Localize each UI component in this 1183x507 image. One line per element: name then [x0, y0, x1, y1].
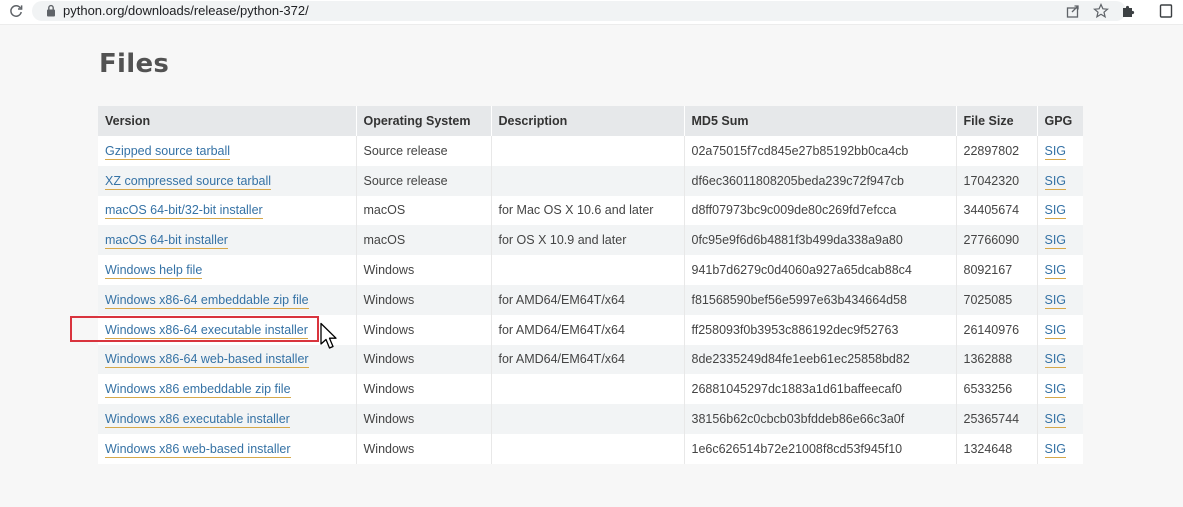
file-size-cell: 26140976 — [956, 314, 1038, 345]
os-cell: Windows — [356, 404, 492, 434]
highlight-box — [70, 316, 319, 342]
sig-link[interactable]: SIG — [1044, 292, 1067, 309]
md5-cell: 0fc95e9f6d6b4881f3b499da338a9a80 — [684, 225, 957, 256]
download-link[interactable]: Windows x86 executable installer — [105, 412, 290, 429]
table-row: Windows x86 executable installer Windows… — [98, 404, 1083, 434]
os-cell: Windows — [356, 284, 492, 315]
sig-link[interactable]: SIG — [1044, 143, 1067, 160]
md5-cell: ff258093f0b3953c886192dec9f52763 — [684, 314, 957, 345]
file-size-cell: 1362888 — [956, 344, 1038, 375]
download-link[interactable]: Windows x86 web-based installer — [105, 441, 291, 458]
description-cell — [491, 165, 685, 196]
md5-cell: d8ff07973bc9c009de80c269fd7efcca — [684, 195, 957, 226]
sig-link[interactable]: SIG — [1044, 263, 1067, 280]
file-size-cell: 22897802 — [956, 136, 1038, 166]
os-cell: Windows — [356, 255, 492, 285]
sig-link[interactable]: SIG — [1044, 322, 1067, 339]
page-title: Files — [99, 49, 170, 79]
download-link[interactable]: macOS 64-bit installer — [105, 233, 228, 250]
description-cell — [491, 374, 685, 405]
column-header-file-size: File Size — [956, 106, 1038, 136]
sig-link[interactable]: SIG — [1044, 441, 1067, 458]
file-size-cell: 7025085 — [956, 284, 1038, 315]
description-cell: for AMD64/EM64T/x64 — [491, 314, 685, 345]
download-link[interactable]: XZ compressed source tarball — [105, 173, 272, 190]
reload-icon[interactable] — [8, 3, 24, 19]
table-row: Windows x86-64 web-based installer Windo… — [98, 344, 1083, 375]
download-link[interactable]: Gzipped source tarball — [105, 143, 231, 160]
column-header-gpg: GPG — [1037, 106, 1083, 136]
sig-link[interactable]: SIG — [1044, 412, 1067, 429]
column-header-version: Version — [98, 106, 357, 136]
md5-cell: 02a75015f7cd845e27b85192bb0ca4cb — [684, 136, 957, 166]
sig-link[interactable]: SIG — [1044, 203, 1067, 220]
table-header-row: Version Operating System Description MD5… — [98, 106, 1083, 136]
window-icon[interactable] — [1158, 3, 1174, 19]
file-size-cell: 1324648 — [956, 433, 1038, 464]
url-text[interactable]: python.org/downloads/release/python-372/ — [63, 3, 309, 18]
download-link[interactable]: Windows x86-64 web-based installer — [105, 352, 309, 369]
description-cell: for AMD64/EM64T/x64 — [491, 344, 685, 375]
md5-cell: 8de2335249d84fe1eeb61ec25858bd82 — [684, 344, 957, 375]
os-cell: Source release — [356, 165, 492, 196]
column-header-description: Description — [491, 106, 685, 136]
download-link[interactable]: Windows x86 embeddable zip file — [105, 382, 291, 399]
md5-cell: 941b7d6279c0d4060a927a65dcab88c4 — [684, 255, 957, 285]
os-cell: Windows — [356, 374, 492, 405]
star-icon[interactable] — [1093, 3, 1109, 19]
sig-link[interactable]: SIG — [1044, 352, 1067, 369]
os-cell: Windows — [356, 433, 492, 464]
description-cell — [491, 404, 685, 434]
download-link[interactable]: Windows x86-64 embeddable zip file — [105, 292, 309, 309]
sig-link[interactable]: SIG — [1044, 233, 1067, 250]
os-cell: macOS — [356, 225, 492, 256]
table-row: XZ compressed source tarball Source rele… — [98, 165, 1083, 196]
os-cell: macOS — [356, 195, 492, 226]
md5-cell: df6ec36011808205beda239c72f947cb — [684, 165, 957, 196]
file-size-cell: 6533256 — [956, 374, 1038, 405]
sig-link[interactable]: SIG — [1044, 382, 1067, 399]
file-size-cell: 25365744 — [956, 404, 1038, 434]
file-size-cell: 34405674 — [956, 195, 1038, 226]
column-header-md5: MD5 Sum — [684, 106, 957, 136]
table-row: Windows x86 embeddable zip file Windows … — [98, 374, 1083, 405]
files-table: Version Operating System Description MD5… — [98, 106, 1083, 464]
table-row: macOS 64-bit installer macOS for OS X 10… — [98, 225, 1083, 256]
os-cell: Source release — [356, 136, 492, 166]
description-cell — [491, 136, 685, 166]
download-link[interactable]: Windows help file — [105, 263, 203, 280]
browser-toolbar: python.org/downloads/release/python-372/ — [0, 0, 1183, 25]
table-row: Gzipped source tarball Source release 02… — [98, 136, 1083, 166]
page-content: Files Version Operating System Descripti… — [0, 25, 1183, 507]
table-row: Windows help file Windows 941b7d6279c0d4… — [98, 255, 1083, 285]
md5-cell: 38156b62c0cbcb03bfddeb86e66c3a0f — [684, 404, 957, 434]
table-row: macOS 64-bit/32-bit installer macOS for … — [98, 195, 1083, 226]
table-row: Windows x86-64 embeddable zip file Windo… — [98, 284, 1083, 315]
file-size-cell: 8092167 — [956, 255, 1038, 285]
md5-cell: f81568590bef56e5997e63b434664d58 — [684, 284, 957, 315]
lock-icon[interactable] — [46, 4, 56, 17]
description-cell — [491, 433, 685, 464]
download-link[interactable]: macOS 64-bit/32-bit installer — [105, 203, 263, 220]
os-cell: Windows — [356, 344, 492, 375]
extensions-icon[interactable] — [1120, 3, 1136, 19]
md5-cell: 26881045297dc1883a1d61baffeecaf0 — [684, 374, 957, 405]
os-cell: Windows — [356, 314, 492, 345]
table-row: Windows x86 web-based installer Windows … — [98, 433, 1083, 464]
file-size-cell: 27766090 — [956, 225, 1038, 256]
file-size-cell: 17042320 — [956, 165, 1038, 196]
share-icon[interactable] — [1065, 3, 1081, 19]
md5-cell: 1e6c626514b72e21008f8cd53f945f10 — [684, 433, 957, 464]
sig-link[interactable]: SIG — [1044, 173, 1067, 190]
description-cell: for OS X 10.9 and later — [491, 225, 685, 256]
column-header-os: Operating System — [356, 106, 492, 136]
description-cell — [491, 255, 685, 285]
description-cell: for Mac OS X 10.6 and later — [491, 195, 685, 226]
description-cell: for AMD64/EM64T/x64 — [491, 284, 685, 315]
mouse-cursor-icon — [320, 322, 337, 349]
